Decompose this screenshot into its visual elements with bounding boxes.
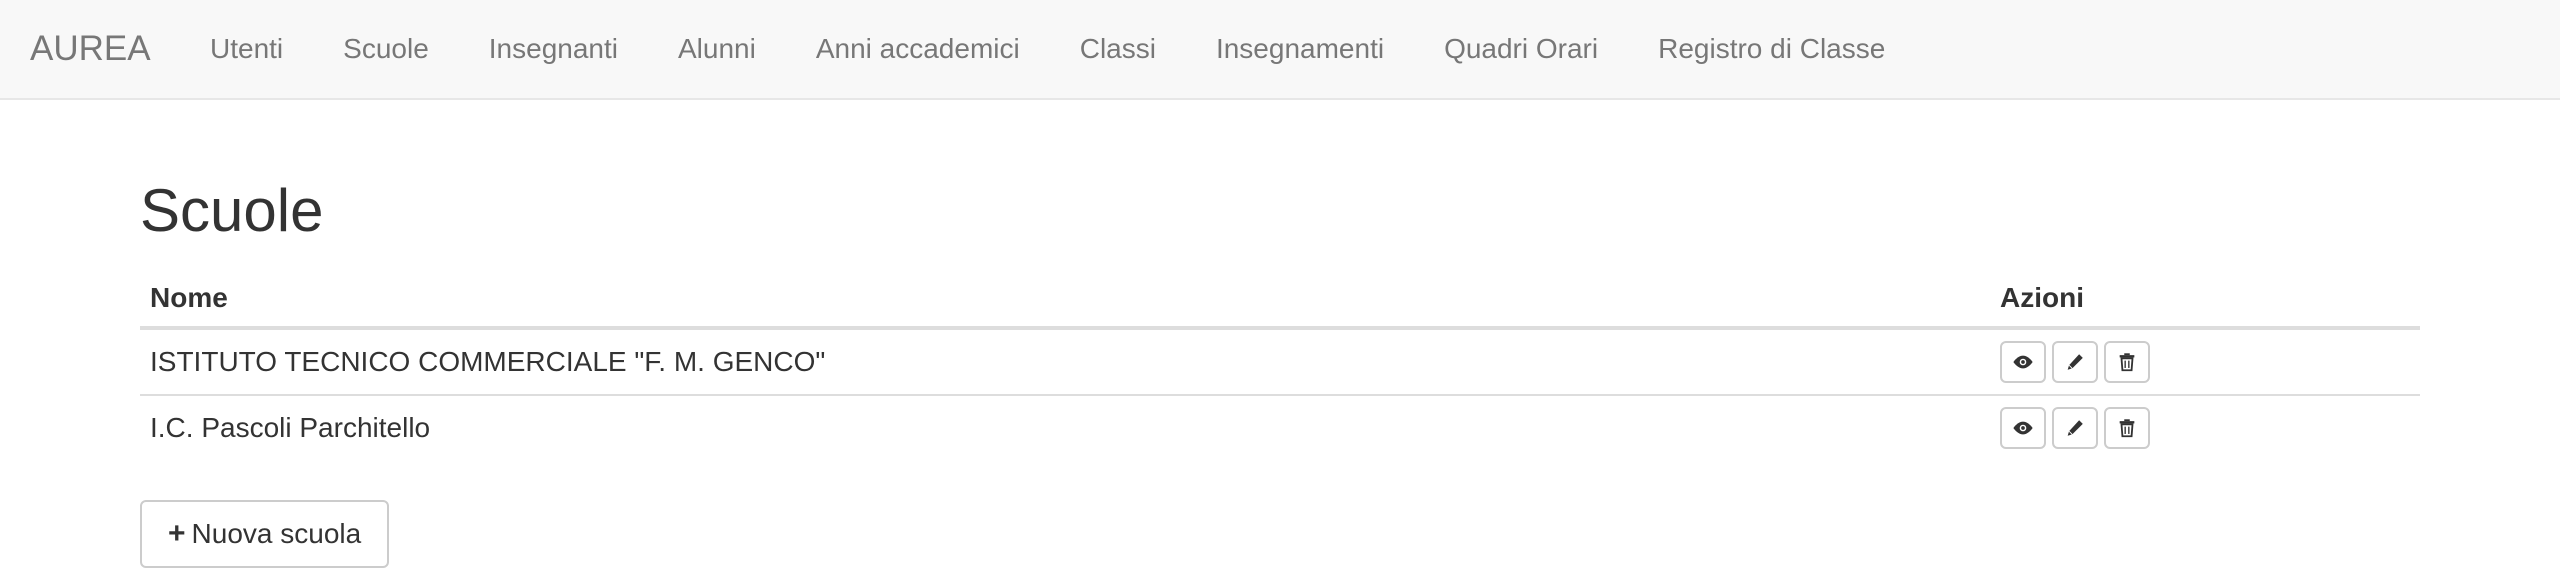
new-school-label: Nuova scuola [191,518,362,549]
page-title: Scuole [140,177,324,244]
table-header-row: Nome Azioni [140,270,2420,330]
trash-icon [2119,419,2135,438]
schools-table: Nome Azioni ISTITUTO TECNICO COMMERCIALE… [140,270,2420,460]
delete-button[interactable] [2104,341,2150,383]
new-school-button[interactable]: + Nuova scuola [140,500,390,568]
edit-button[interactable] [2052,341,2098,383]
pencil-icon [2067,354,2083,370]
nav-item-insegnanti[interactable]: Insegnanti [459,0,648,98]
view-button[interactable] [2000,341,2046,383]
nav-item-insegnamenti[interactable]: Insegnamenti [1186,0,1414,98]
trash-icon [2119,353,2135,372]
nav-item-classi[interactable]: Classi [1050,0,1186,98]
nav-item-scuole[interactable]: Scuole [313,0,459,98]
school-name: I.C. Pascoli Parchitello [140,394,1990,460]
column-header-actions: Azioni [1990,270,2420,330]
navbar: AUREA Utenti Scuole Insegnanti Alunni An… [0,0,2560,100]
nav-item-alunni[interactable]: Alunni [648,0,786,98]
nav-item-registro-di-classe[interactable]: Registro di Classe [1628,0,1915,98]
brand-logo[interactable]: AUREA [30,28,151,70]
row-actions [1990,328,2420,395]
eye-icon [2013,421,2033,435]
delete-button[interactable] [2104,407,2150,449]
nav-links: Utenti Scuole Insegnanti Alunni Anni acc… [180,0,1915,98]
table-row: ISTITUTO TECNICO COMMERCIALE "F. M. GENC… [140,328,2420,395]
nav-item-anni-accademici[interactable]: Anni accademici [786,0,1050,98]
edit-button[interactable] [2052,407,2098,449]
nav-item-quadri-orari[interactable]: Quadri Orari [1414,0,1628,98]
eye-icon [2013,355,2033,369]
pencil-icon [2067,420,2083,436]
column-header-name: Nome [140,270,1990,330]
plus-icon: + [168,517,186,550]
nav-item-utenti[interactable]: Utenti [180,0,313,98]
table-row: I.C. Pascoli Parchitello [140,394,2420,460]
row-actions [1990,394,2420,460]
school-name: ISTITUTO TECNICO COMMERCIALE "F. M. GENC… [150,346,826,377]
view-button[interactable] [2000,407,2046,449]
